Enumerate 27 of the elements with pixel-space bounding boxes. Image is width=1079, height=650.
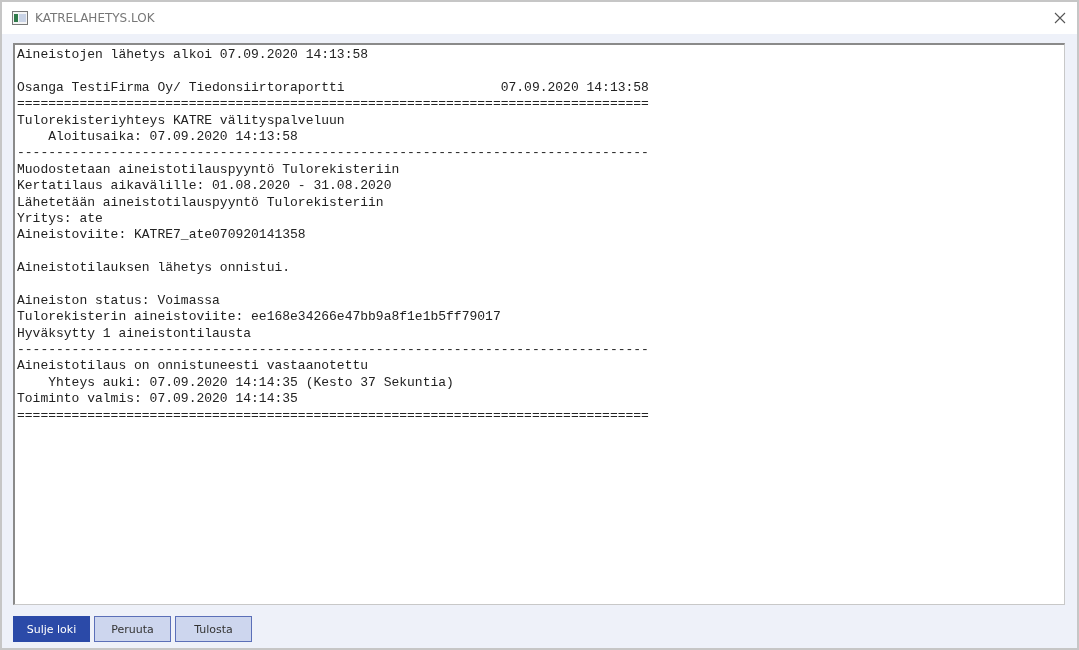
window-icon xyxy=(12,11,28,25)
log-line: Aineistotilaus on onnistuneesti vastaanotettu xyxy=(17,358,369,375)
log-line: Osanga TestiFirma Oy/ Tiedonsiirtoraportti 07.09.2020 14:13:58 xyxy=(17,79,649,97)
dialog-button[interactable]: Peruuta xyxy=(94,616,171,642)
log-line: Toiminto valmis: 07.09.2020 14:14:35 xyxy=(17,391,298,408)
dialog-button[interactable]: Tulosta xyxy=(175,616,252,642)
log-line: Aineistotilauksen lähetys onnistui. xyxy=(17,260,291,277)
log-line: Aineiston status: Voimassa xyxy=(17,292,220,310)
dialog-button[interactable]: Sulje loki xyxy=(13,616,90,642)
log-line: Aloitusaika: 07.09.2020 14:13:58 xyxy=(47,128,298,146)
log-line: Kertatilaus aikavälille: 01.08.2020 - 31.08.2020 xyxy=(17,178,392,195)
log-line: Yritys: ate xyxy=(17,210,103,228)
log-line: Lähetetään aineistotilauspyyntö Tulorekisteriin xyxy=(17,194,384,211)
log-line: --------------------------------------------------------------------------------- xyxy=(17,145,649,162)
log-line: Yhteys auki: 07.09.2020 14:14:35 (Kesto 37 Sekuntia) xyxy=(47,374,454,392)
log-line: Aineistojen lähetys alkoi 07.09.2020 14:13:58 xyxy=(17,47,369,64)
log-line: Tulorekisteriyhteys KATRE välityspalveluun xyxy=(17,112,345,129)
log-line: Hyväksytty 1 aineistontilausta xyxy=(17,325,252,343)
close-icon[interactable] xyxy=(1054,12,1066,24)
log-line: ================================================================================= xyxy=(17,407,649,424)
log-line: Tulorekisterin aineistoviite: ee168e34266e47bb9a8f1e1b5ff79017 xyxy=(17,309,501,326)
log-line: Muodostetaan aineistotilauspyyntö Tulorekisteriin xyxy=(17,161,400,179)
log-line: --------------------------------------------------------------------------------- xyxy=(17,342,649,359)
log-line: Aineistoviite: KATRE7_ate070920141358 xyxy=(17,227,306,244)
window-title: KATRELAHETYS.LOK xyxy=(35,11,155,25)
log-line: ================================================================================= xyxy=(17,96,649,113)
log-text-area[interactable] xyxy=(13,43,1065,605)
